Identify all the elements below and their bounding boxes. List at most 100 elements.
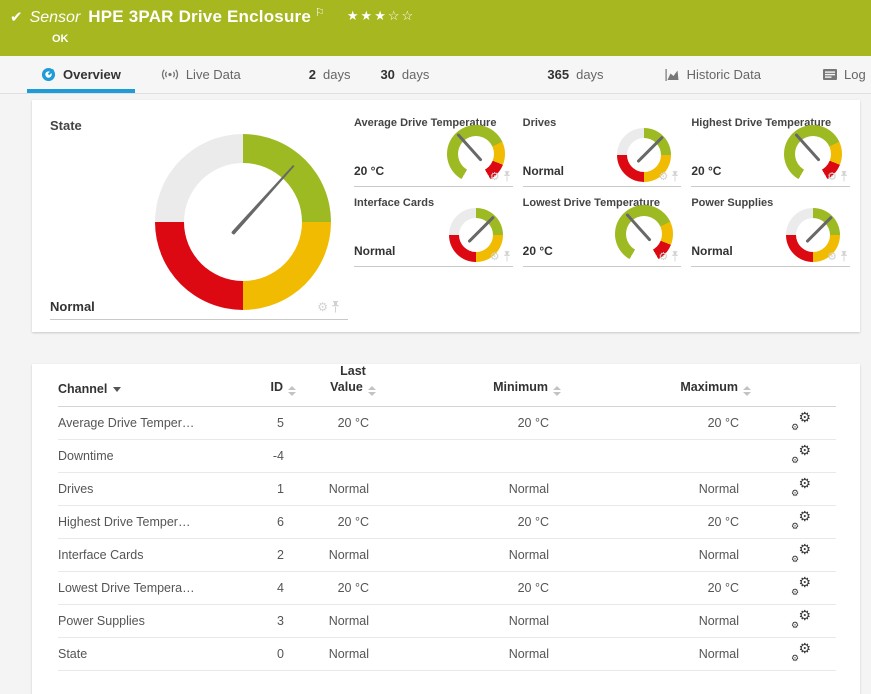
table-row[interactable]: Lowest Drive Tempera… 4 20 °C 20 °C 20 °… xyxy=(58,571,836,604)
broadcast-icon xyxy=(161,68,179,81)
pin-icon[interactable] xyxy=(840,171,848,182)
channels-table: Channel ID Last Value Minimum Maximum Ave… xyxy=(58,364,836,671)
pin-icon[interactable] xyxy=(671,251,679,262)
cell-id: 3 xyxy=(248,604,310,637)
tab-live-data[interactable]: Live Data xyxy=(147,56,255,93)
tab-log[interactable]: Log xyxy=(809,56,871,93)
tab-historic-data[interactable]: Historic Data xyxy=(651,56,775,93)
cell-channel[interactable]: Drives xyxy=(58,472,248,505)
tile-title: Average Drive Temperature xyxy=(354,112,513,129)
channel-gear-icon[interactable]: ⚙ xyxy=(658,170,668,183)
tile-interface-cards[interactable]: Interface Cards Normal ⚙ xyxy=(354,192,513,267)
tab-30-days[interactable]: 30 days xyxy=(366,56,443,93)
tab-live-data-label: Live Data xyxy=(186,67,241,82)
column-header-label: Last xyxy=(340,364,366,378)
tile-power-supplies[interactable]: Power Supplies Normal ⚙ xyxy=(691,192,850,267)
pin-icon[interactable] xyxy=(331,301,340,313)
column-header-maximum[interactable]: Maximum xyxy=(576,364,766,406)
channel-settings-icon[interactable]: ⚙⚙ xyxy=(791,544,811,562)
cell-minimum: Normal xyxy=(396,637,576,670)
channel-settings-icon[interactable]: ⚙⚙ xyxy=(791,478,811,496)
column-header-label: Value xyxy=(330,380,363,394)
channel-settings-icon[interactable]: ⚙⚙ xyxy=(791,511,811,529)
cell-id: 0 xyxy=(248,637,310,670)
tile-title: Interface Cards xyxy=(354,192,513,209)
sensor-status-badge: OK xyxy=(52,33,871,45)
cell-maximum: Normal xyxy=(576,472,766,505)
sensor-overview-page: ✔ Sensor HPE 3PAR Drive Enclosure ⚐ ★★★☆… xyxy=(0,0,871,694)
cell-minimum xyxy=(396,439,576,472)
sort-desc-icon xyxy=(113,387,121,392)
cell-id: 1 xyxy=(248,472,310,505)
cell-channel[interactable]: State xyxy=(58,637,248,670)
channel-settings-icon[interactable]: ⚙⚙ xyxy=(791,643,811,661)
table-row[interactable]: Average Drive Temper… 5 20 °C 20 °C 20 °… xyxy=(58,406,836,439)
tab-historic-data-label: Historic Data xyxy=(687,67,761,82)
channel-gear-icon[interactable]: ⚙ xyxy=(490,250,500,263)
state-gauge xyxy=(155,134,331,310)
tab-overview[interactable]: Overview xyxy=(27,56,135,93)
cell-id: 5 xyxy=(248,406,310,439)
tile-lowest-drive-temperature[interactable]: Lowest Drive Temperature 20 °C ⚙ xyxy=(523,192,682,267)
column-header-settings xyxy=(766,364,836,406)
state-gauge-title: State xyxy=(50,118,82,133)
tab-365-days-number: 365 xyxy=(547,67,569,82)
table-row[interactable]: Interface Cards 2 Normal Normal Normal ⚙… xyxy=(58,538,836,571)
tab-365-days[interactable]: 365 days xyxy=(533,56,617,93)
pin-icon[interactable] xyxy=(840,251,848,262)
log-list-icon xyxy=(823,69,837,80)
tile-value: 20 °C xyxy=(523,244,553,258)
channel-gear-icon[interactable]: ⚙ xyxy=(827,170,837,183)
priority-stars[interactable]: ★★★☆☆ xyxy=(347,8,415,24)
gauge-needle xyxy=(805,216,833,244)
cell-id: 2 xyxy=(248,538,310,571)
channel-settings-icon[interactable]: ⚙⚙ xyxy=(791,577,811,595)
divider xyxy=(50,319,348,320)
cell-maximum: Normal xyxy=(576,637,766,670)
cell-channel[interactable]: Interface Cards xyxy=(58,538,248,571)
column-header-label: ID xyxy=(271,380,284,394)
table-row[interactable]: State 0 Normal Normal Normal ⚙⚙ xyxy=(58,637,836,670)
pin-icon[interactable] xyxy=(671,171,679,182)
channel-settings-icon[interactable]: ⚙⚙ xyxy=(791,412,811,430)
cell-last-value xyxy=(310,439,396,472)
cell-channel[interactable]: Power Supplies xyxy=(58,604,248,637)
column-header-minimum[interactable]: Minimum xyxy=(396,364,576,406)
table-row[interactable]: Highest Drive Temper… 6 20 °C 20 °C 20 °… xyxy=(58,505,836,538)
column-header-id[interactable]: ID xyxy=(248,364,310,406)
tab-365-days-label: days xyxy=(576,67,603,82)
tile-average-drive-temperature[interactable]: Average Drive Temperature 20 °C ⚙ xyxy=(354,112,513,187)
channel-gear-icon[interactable]: ⚙ xyxy=(317,300,328,314)
channel-gear-icon[interactable]: ⚙ xyxy=(658,250,668,263)
channel-gear-icon[interactable]: ⚙ xyxy=(827,250,837,263)
cell-channel[interactable]: Average Drive Temper… xyxy=(58,406,248,439)
tile-drives[interactable]: Drives Normal ⚙ xyxy=(523,112,682,187)
channel-settings-icon[interactable]: ⚙⚙ xyxy=(791,445,811,463)
table-row[interactable]: Drives 1 Normal Normal Normal ⚙⚙ xyxy=(58,472,836,505)
sort-icon xyxy=(368,386,376,396)
cell-channel[interactable]: Lowest Drive Tempera… xyxy=(58,571,248,604)
tile-value: Normal xyxy=(691,244,732,258)
column-header-last-value[interactable]: Last Value xyxy=(310,364,396,406)
column-header-label: Maximum xyxy=(680,380,738,394)
column-header-channel[interactable]: Channel xyxy=(58,364,248,406)
channel-settings-icon[interactable]: ⚙⚙ xyxy=(791,610,811,628)
cell-channel[interactable]: Highest Drive Temper… xyxy=(58,505,248,538)
tile-title: Lowest Drive Temperature xyxy=(523,192,682,209)
gauge-icon xyxy=(41,67,56,82)
cell-channel[interactable]: Downtime xyxy=(58,439,248,472)
cell-minimum: Normal xyxy=(396,604,576,637)
table-row[interactable]: Downtime -4 ⚙⚙ xyxy=(58,439,836,472)
table-row[interactable]: Power Supplies 3 Normal Normal Normal ⚙⚙ xyxy=(58,604,836,637)
tab-2-days[interactable]: 2 days xyxy=(295,56,365,93)
channel-gear-icon[interactable]: ⚙ xyxy=(490,170,500,183)
state-gauge-panel[interactable]: State Normal ⚙ xyxy=(42,112,346,320)
tab-overview-label: Overview xyxy=(63,67,121,82)
cell-last-value: 20 °C xyxy=(310,505,396,538)
mini-gauge-grid: Average Drive Temperature 20 °C ⚙ Drives… xyxy=(354,112,850,320)
flag-icon[interactable]: ⚐ xyxy=(315,6,325,19)
tile-highest-drive-temperature[interactable]: Highest Drive Temperature 20 °C ⚙ xyxy=(691,112,850,187)
pin-icon[interactable] xyxy=(503,251,511,262)
cell-last-value: Normal xyxy=(310,538,396,571)
pin-icon[interactable] xyxy=(503,171,511,182)
